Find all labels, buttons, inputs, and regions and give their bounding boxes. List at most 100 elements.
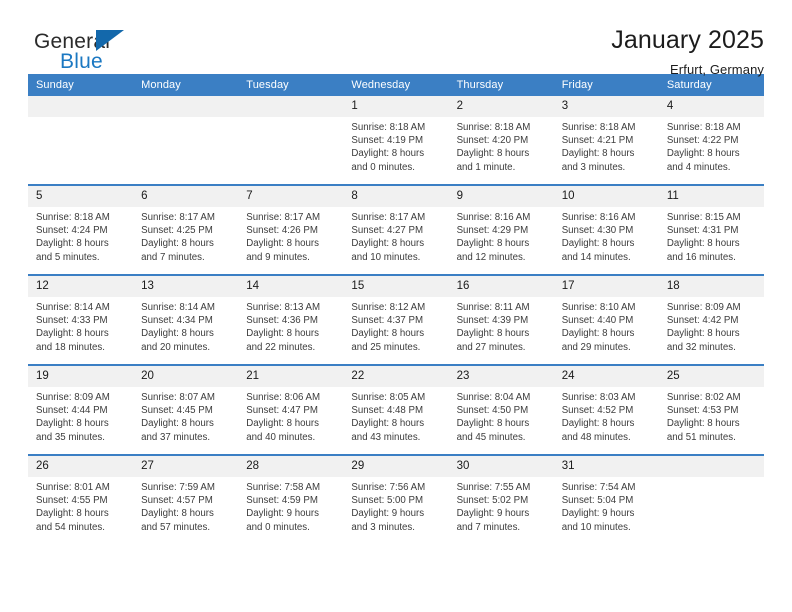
day-details: Sunrise: 8:09 AM Sunset: 4:44 PM Daylight:… <box>28 387 133 444</box>
sunrise-time: Sunrise: 8:18 AM <box>36 212 110 223</box>
brand-logo[interactable]: General Blue <box>28 26 160 74</box>
daylight-duration-line-1: Daylight: 8 hours <box>141 328 214 340</box>
weekday-header-tuesday: Tuesday <box>238 74 344 96</box>
calendar-day-cell[interactable]: 4 Sunrise: 8:18 AM Sunset: 4:22 PM Daylight… <box>658 96 764 185</box>
day-number: 14 <box>238 276 344 297</box>
sunset-time: Sunset: 4:24 PM <box>36 225 108 237</box>
daylight-duration-line-1: Daylight: 8 hours <box>36 328 109 340</box>
sunset-time: Sunset: 4:19 PM <box>351 135 424 147</box>
daylight-duration-line-1: Daylight: 9 hours <box>456 508 530 520</box>
calendar-day-cell[interactable]: 13 Sunrise: 8:14 AM Sunset: 4:34 PM Dayligh… <box>133 274 239 365</box>
calendar-day-cell[interactable]: 10 Sunrise: 8:16 AM Sunset: 4:30 PM Dayligh… <box>553 184 659 275</box>
weekday-header-wednesday: Wednesday <box>343 74 449 96</box>
daylight-duration-line-2: and 10 minutes. <box>561 521 631 533</box>
calendar-day-cell[interactable]: 18 Sunrise: 8:09 AM Sunset: 4:42 PM Dayligh… <box>658 274 764 365</box>
day-number: 3 <box>553 96 659 117</box>
calendar-day-cell[interactable]: 11 Sunrise: 8:15 AM Sunset: 4:31 PM Dayligh… <box>658 184 764 275</box>
calendar-day-cell[interactable]: 21 Sunrise: 8:06 AM Sunset: 4:47 PM Dayligh… <box>238 364 344 455</box>
calendar-day-cell[interactable]: 5 Sunrise: 8:18 AM Sunset: 4:24 PM Daylight… <box>28 184 134 275</box>
calendar-day-cell[interactable]: 30 Sunrise: 7:55 AM Sunset: 5:02 PM Dayligh… <box>448 454 554 544</box>
calendar-day-cell[interactable]: 7 Sunrise: 8:17 AM Sunset: 4:26 PM Daylight… <box>238 184 344 275</box>
daylight-duration-line-1: Daylight: 8 hours <box>561 238 635 250</box>
daylight-duration-line-2: and 29 minutes. <box>561 341 631 353</box>
daylight-duration-line-2: and 7 minutes. <box>456 521 521 533</box>
weekday-header-thursday: Thursday <box>448 74 554 96</box>
calendar-day-cell[interactable]: 29 Sunrise: 7:56 AM Sunset: 5:00 PM Dayligh… <box>343 454 449 544</box>
day-number: 7 <box>238 186 344 207</box>
daylight-duration-line-1: Daylight: 9 hours <box>561 508 635 520</box>
daylight-duration-line-2: and 10 minutes. <box>351 251 421 263</box>
day-details: Sunrise: 8:16 AM Sunset: 4:29 PM Daylight:… <box>449 207 554 264</box>
day-details: Sunrise: 8:18 AM Sunset: 4:19 PM Daylight:… <box>343 117 448 174</box>
daylight-duration-line-2: and 12 minutes. <box>456 251 526 263</box>
calendar-day-cell[interactable]: 28 Sunrise: 7:58 AM Sunset: 4:59 PM Dayligh… <box>238 454 344 544</box>
sunrise-time: Sunrise: 8:12 AM <box>351 302 426 313</box>
day-number: 30 <box>448 456 554 477</box>
calendar-day-cell[interactable]: 15 Sunrise: 8:12 AM Sunset: 4:37 PM Dayligh… <box>343 274 449 365</box>
daylight-duration-line-1: Daylight: 8 hours <box>36 508 109 520</box>
weekday-header-friday: Friday <box>553 74 659 96</box>
day-details: Sunrise: 8:11 AM Sunset: 4:39 PM Daylight:… <box>449 297 554 354</box>
calendar-day-cell[interactable]: 27 Sunrise: 7:59 AM Sunset: 4:57 PM Dayligh… <box>133 454 239 544</box>
daylight-duration-line-1: Daylight: 8 hours <box>141 238 214 250</box>
day-number: 25 <box>658 366 764 387</box>
calendar-day-cell[interactable]: 22 Sunrise: 8:05 AM Sunset: 4:48 PM Dayligh… <box>343 364 449 455</box>
calendar-day-cell[interactable]: 12 Sunrise: 8:14 AM Sunset: 4:33 PM Dayligh… <box>28 274 134 365</box>
day-details: Sunrise: 8:18 AM Sunset: 4:20 PM Daylight:… <box>449 117 554 174</box>
calendar-day-cell[interactable]: 31 Sunrise: 7:54 AM Sunset: 5:04 PM Dayligh… <box>553 454 659 544</box>
daylight-duration-line-2: and 27 minutes. <box>456 341 526 353</box>
calendar-day-cell[interactable]: 3 Sunrise: 8:18 AM Sunset: 4:21 PM Daylight… <box>553 96 659 185</box>
sunrise-time: Sunrise: 7:58 AM <box>246 482 321 493</box>
calendar-day-cell[interactable]: 20 Sunrise: 8:07 AM Sunset: 4:45 PM Dayligh… <box>133 364 239 455</box>
daylight-duration-line-2: and 3 minutes. <box>351 521 415 533</box>
sunrise-time: Sunrise: 8:11 AM <box>456 302 530 313</box>
calendar-day-cell[interactable]: 19 Sunrise: 8:09 AM Sunset: 4:44 PM Dayligh… <box>28 364 134 455</box>
daylight-duration-line-2: and 3 minutes. <box>561 161 626 173</box>
calendar-day-cell[interactable]: 1 Sunrise: 8:18 AM Sunset: 4:19 PM Daylight… <box>343 96 449 185</box>
daylight-duration-line-2: and 20 minutes. <box>141 341 211 353</box>
day-number: 16 <box>448 276 554 297</box>
daylight-duration-line-1: Daylight: 8 hours <box>561 148 635 160</box>
brand-name-blue: Blue <box>60 50 103 73</box>
sunrise-time: Sunrise: 8:16 AM <box>456 212 531 223</box>
daylight-duration-line-2: and 5 minutes. <box>36 251 100 263</box>
day-number <box>238 96 344 117</box>
calendar-day-cell[interactable]: 9 Sunrise: 8:16 AM Sunset: 4:29 PM Daylight… <box>448 184 554 275</box>
weekday-header-row: Sunday Monday Tuesday Wednesday Thursday… <box>28 74 764 96</box>
sunset-time: Sunset: 4:30 PM <box>561 225 634 237</box>
calendar-day-cell[interactable]: 8 Sunrise: 8:17 AM Sunset: 4:27 PM Daylight… <box>343 184 449 275</box>
location-subtitle: Erfurt, Germany <box>670 62 764 77</box>
calendar-day-cell[interactable]: 25 Sunrise: 8:02 AM Sunset: 4:53 PM Dayligh… <box>658 364 764 455</box>
calendar-day-cell[interactable]: 23 Sunrise: 8:04 AM Sunset: 4:50 PM Dayligh… <box>448 364 554 455</box>
sunrise-time: Sunrise: 8:17 AM <box>351 212 426 223</box>
daylight-duration-line-1: Daylight: 8 hours <box>351 238 425 250</box>
day-number: 20 <box>133 366 239 387</box>
day-details: Sunrise: 8:06 AM Sunset: 4:47 PM Daylight:… <box>238 387 343 444</box>
sunrise-time: Sunrise: 8:09 AM <box>666 302 741 313</box>
daylight-duration-line-1: Daylight: 8 hours <box>36 418 109 430</box>
calendar-day-cell[interactable]: 17 Sunrise: 8:10 AM Sunset: 4:40 PM Dayligh… <box>553 274 659 365</box>
day-number: 15 <box>343 276 449 297</box>
calendar-day-cell[interactable]: 16 Sunrise: 8:11 AM Sunset: 4:39 PM Dayligh… <box>448 274 554 365</box>
calendar-day-cell[interactable]: 6 Sunrise: 8:17 AM Sunset: 4:25 PM Daylight… <box>133 184 239 275</box>
calendar-day-cell[interactable]: 26 Sunrise: 8:01 AM Sunset: 4:55 PM Dayligh… <box>28 454 134 544</box>
calendar-day-cell[interactable]: 14 Sunrise: 8:13 AM Sunset: 4:36 PM Dayligh… <box>238 274 344 365</box>
day-number: 22 <box>343 366 449 387</box>
day-number <box>658 456 764 477</box>
sunset-time: Sunset: 4:34 PM <box>141 315 213 327</box>
day-number: 29 <box>343 456 449 477</box>
sunset-time: Sunset: 4:48 PM <box>351 405 424 417</box>
daylight-duration-line-1: Daylight: 8 hours <box>141 418 214 430</box>
daylight-duration-line-2: and 0 minutes. <box>246 521 310 533</box>
day-number: 4 <box>658 96 764 117</box>
sunset-time: Sunset: 4:20 PM <box>456 135 529 147</box>
daylight-duration-line-2: and 0 minutes. <box>351 161 415 173</box>
day-details: Sunrise: 8:02 AM Sunset: 4:53 PM Daylight:… <box>659 387 764 444</box>
calendar-day-cell[interactable]: 24 Sunrise: 8:03 AM Sunset: 4:52 PM Dayligh… <box>553 364 659 455</box>
calendar-day-cell[interactable]: 2 Sunrise: 8:18 AM Sunset: 4:20 PM Daylight… <box>448 96 554 185</box>
page-header: General Blue January 2025 Erfurt, German… <box>28 0 764 77</box>
daylight-duration-line-2: and 43 minutes. <box>351 431 421 443</box>
day-details: Sunrise: 8:18 AM Sunset: 4:22 PM Daylight:… <box>659 117 764 174</box>
day-details: Sunrise: 8:05 AM Sunset: 4:48 PM Daylight:… <box>343 387 448 444</box>
sunset-time: Sunset: 4:42 PM <box>666 315 739 327</box>
